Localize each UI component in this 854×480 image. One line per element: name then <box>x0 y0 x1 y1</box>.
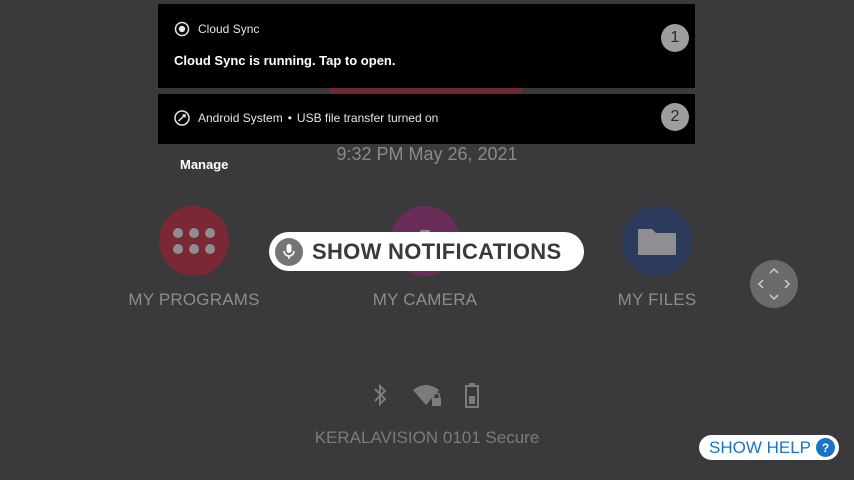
notification-header: Android System • USB file transfer turne… <box>174 110 438 126</box>
notification-app-name: Cloud Sync <box>198 22 260 36</box>
battery-icon <box>465 383 479 408</box>
notification-header: Cloud Sync <box>174 21 259 37</box>
notification-detail: USB file transfer turned on <box>296 111 439 125</box>
microphone-icon <box>275 237 303 266</box>
app-my-programs[interactable]: MY PROGRAMS <box>104 206 284 316</box>
show-help-label: SHOW HELP <box>709 437 812 457</box>
grid-dots-icon <box>159 206 229 276</box>
voice-command-prompt: SHOW NOTIFICATIONS <box>269 232 584 271</box>
app-label-my-camera: MY CAMERA <box>372 290 478 309</box>
wifi-lock-icon <box>413 385 441 406</box>
notification-index-badge: 2 <box>661 103 689 131</box>
app-my-files[interactable]: MY FILES <box>567 206 747 316</box>
notification-app-name: Android System <box>198 111 283 125</box>
folder-icon <box>622 206 692 276</box>
usb-icon <box>174 110 190 126</box>
question-icon: ? <box>816 438 835 457</box>
show-help-button[interactable]: SHOW HELP ? <box>699 435 839 460</box>
notification-separator: • <box>287 111 292 125</box>
notification-android-system[interactable]: Android System • USB file transfer turne… <box>158 94 695 144</box>
bluetooth-icon <box>374 383 387 407</box>
dpad-navigation[interactable] <box>750 260 798 308</box>
notification-body: Cloud Sync is running. Tap to open. <box>174 53 396 68</box>
voice-command-text: SHOW NOTIFICATIONS <box>312 238 562 264</box>
clock: 9:32 PM May 26, 2021 <box>336 144 518 164</box>
manage-notifications-button[interactable]: Manage <box>180 157 228 172</box>
app-label-my-programs: MY PROGRAMS <box>128 290 260 309</box>
notification-index-badge: 1 <box>661 24 689 52</box>
status-icons <box>370 380 480 410</box>
dpad-arrows-icon <box>757 267 791 301</box>
app-label-my-files: MY FILES <box>617 290 697 309</box>
gear-sync-icon <box>174 21 190 37</box>
notification-cloud-sync[interactable]: Cloud Sync Cloud Sync is running. Tap to… <box>158 4 695 88</box>
